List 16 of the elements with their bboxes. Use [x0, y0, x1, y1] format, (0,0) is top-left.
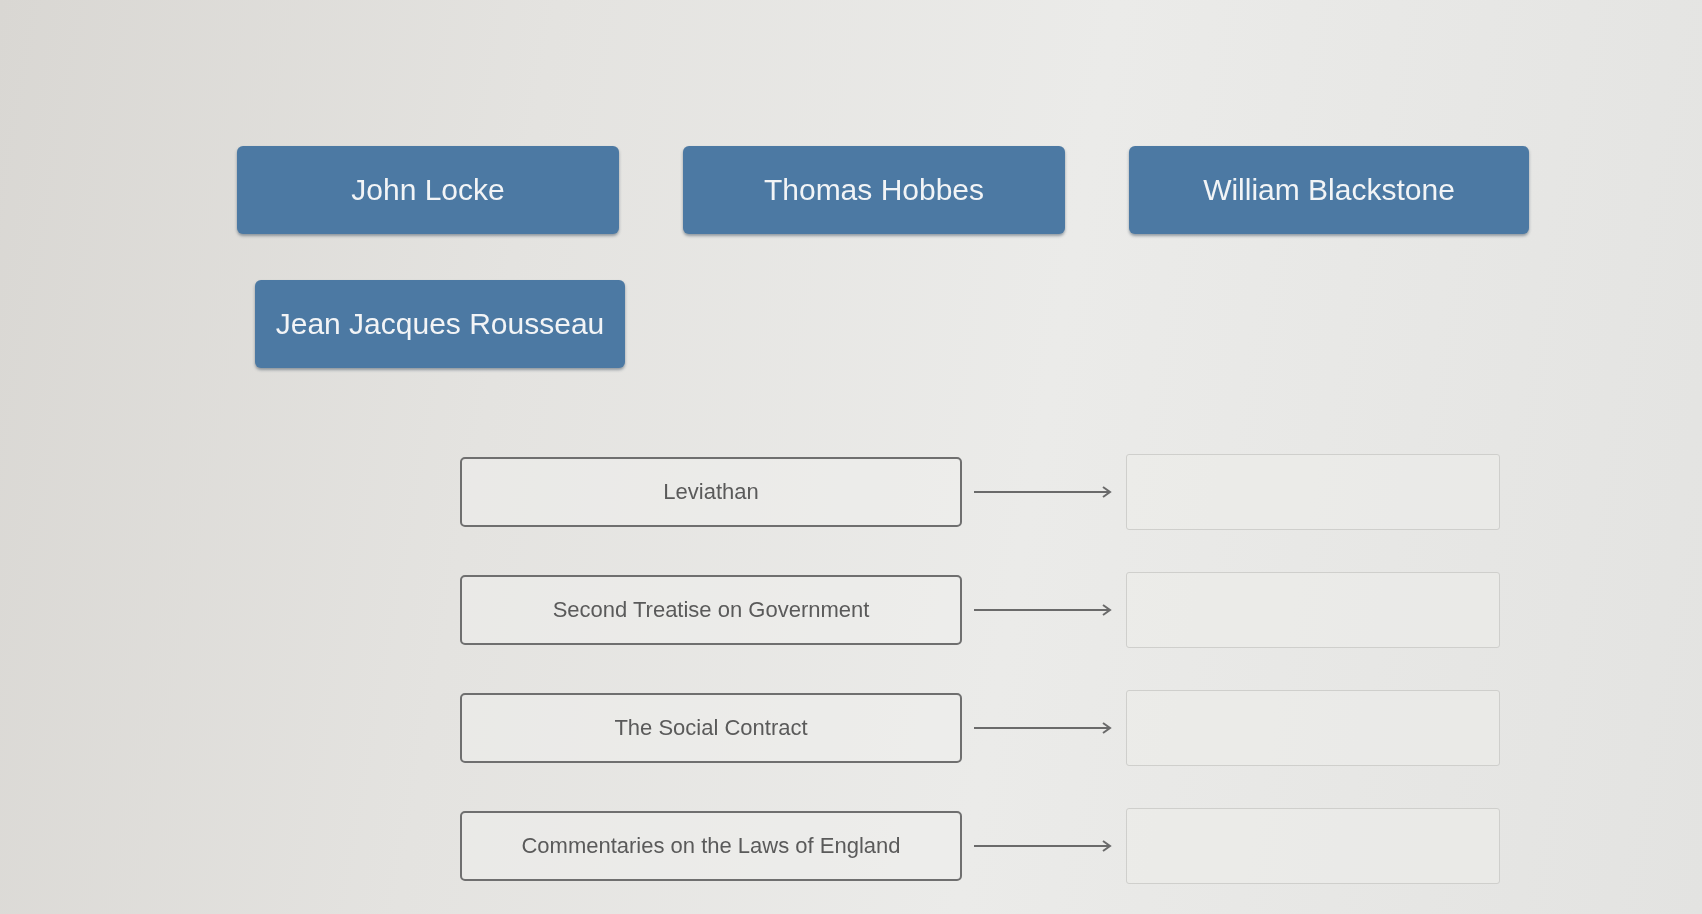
- philosopher-tile[interactable]: Thomas Hobbes: [683, 146, 1065, 234]
- book-tile: Second Treatise on Government: [460, 575, 962, 645]
- philosopher-tile[interactable]: Jean Jacques Rousseau: [255, 280, 625, 368]
- philosopher-tile[interactable]: William Blackstone: [1129, 146, 1529, 234]
- answer-box[interactable]: [1126, 808, 1500, 884]
- book-tile: Leviathan: [460, 457, 962, 527]
- arrow-icon: [974, 485, 1114, 499]
- book-tile: The Social Contract: [460, 693, 962, 763]
- arrow-icon: [974, 839, 1114, 853]
- arrow-icon: [974, 603, 1114, 617]
- answer-box[interactable]: [1126, 572, 1500, 648]
- arrow-icon: [974, 721, 1114, 735]
- philosopher-tile[interactable]: John Locke: [237, 146, 619, 234]
- answer-box[interactable]: [1126, 690, 1500, 766]
- answer-box[interactable]: [1126, 454, 1500, 530]
- book-tile: Commentaries on the Laws of England: [460, 811, 962, 881]
